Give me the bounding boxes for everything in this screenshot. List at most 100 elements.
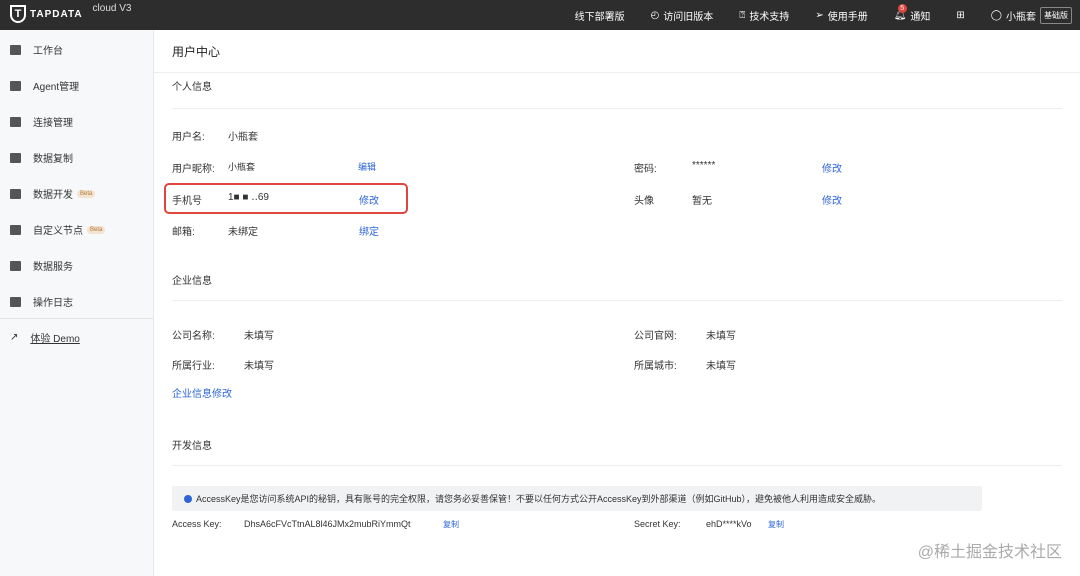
sidebar-demo-link[interactable]: ↗ 体验 Demo: [10, 330, 80, 345]
support-link[interactable]: ⍰ 技术支持: [739, 8, 789, 23]
modify-password-link[interactable]: 修改: [822, 160, 842, 175]
label: 通知: [910, 11, 931, 23]
edit-company-link[interactable]: 企业信息修改: [172, 385, 232, 400]
paper-plane-icon: ➢: [815, 9, 824, 21]
beta-badge: Beta: [87, 225, 106, 234]
help-icon: ⍰: [739, 9, 746, 21]
city-label: 所属城市:: [634, 361, 677, 372]
nickname-label: 用户昵称:: [172, 164, 215, 175]
sidebar-item-agent[interactable]: Agent管理: [10, 78, 79, 93]
email-value: 未绑定: [228, 227, 258, 238]
tapdata-logo-icon: T: [10, 5, 26, 23]
phone-label: 手机号: [172, 196, 202, 207]
company-site-value: 未填写: [706, 331, 736, 342]
copy-access-key-button[interactable]: 复制: [443, 519, 459, 530]
personal-info-heading: 个人信息: [172, 82, 212, 93]
security-alert: AccessKey是您访问系统API的秘钥，具有账号的完全权限，请您务必妥善保管…: [172, 486, 982, 511]
label: 工作台: [33, 46, 63, 57]
label: Agent管理: [33, 82, 80, 93]
phone-value: 1■ ■ ‥69: [228, 192, 269, 203]
sidebar-item-workbench[interactable]: 工作台: [10, 42, 63, 57]
copy-icon: [10, 152, 21, 163]
language-icon[interactable]: ⊞: [956, 10, 964, 21]
label: 数据服务: [33, 262, 73, 273]
plan-badge: 基础版: [1040, 6, 1072, 24]
custom-node-icon: [10, 224, 21, 235]
beta-badge: Beta: [77, 189, 96, 198]
dev-info-heading: 开发信息: [172, 441, 212, 452]
external-link-icon: ↗: [10, 332, 19, 343]
label: 访问旧版本: [663, 11, 714, 23]
password-value: ******: [692, 160, 716, 171]
brand: TAPDATA: [30, 8, 83, 20]
notification-button[interactable]: 🔔︎ 5 通知: [893, 3, 931, 23]
alert-text: AccessKey是您访问系统API的秘钥，具有账号的完全权限，请您务必妥善保管…: [196, 494, 882, 504]
label: 数据复制: [33, 154, 73, 165]
offline-deploy-link[interactable]: 线下部署版: [575, 8, 625, 23]
email-label: 邮箱:: [172, 227, 195, 238]
watermark: @稀土掘金技术社区: [917, 544, 1062, 561]
industry-label: 所属行业:: [172, 361, 215, 372]
sidebar: 工作台 Agent管理 连接管理 数据复制 数据开发 Beta 自定义节点 Beta…: [0, 30, 154, 576]
city-value: 未填写: [706, 361, 736, 372]
user-icon: ◯: [990, 9, 1002, 21]
sidebar-item-data-service[interactable]: 数据服务: [10, 258, 73, 273]
sidebar-item-logs[interactable]: 操作日志: [10, 294, 73, 309]
old-version-link[interactable]: ◴ 访问旧版本: [651, 8, 714, 23]
chart-icon: [10, 260, 21, 271]
company-name-value: 未填写: [244, 331, 274, 342]
manual-link[interactable]: ➢ 使用手册: [815, 8, 867, 23]
info-icon: [184, 494, 192, 503]
label: 技术支持: [749, 11, 790, 23]
dashboard-icon: [10, 44, 21, 55]
logo[interactable]: T TAPDATA cloud V3: [10, 2, 132, 23]
nickname-value: 小瓶套: [228, 162, 256, 172]
label: 使用手册: [827, 11, 868, 23]
user-menu[interactable]: ◯ 小瓶套 基础版: [990, 6, 1072, 24]
label: 自定义节点: [33, 226, 83, 237]
divider: [172, 465, 1062, 466]
access-key-value: DhsA6cFVcTtnAL8l46JMx2mubRiYmmQt: [244, 519, 411, 529]
avatar-label: 头像: [634, 196, 654, 207]
sidebar-item-connections[interactable]: 连接管理: [10, 114, 73, 129]
page-title: 用户中心: [172, 45, 221, 59]
sidebar-item-development[interactable]: 数据开发 Beta: [10, 186, 96, 201]
version: cloud V3: [92, 2, 132, 14]
secret-key-label: Secret Key:: [634, 519, 681, 529]
label: 体验 Demo: [30, 334, 80, 345]
copy-secret-key-button[interactable]: 复制: [768, 519, 784, 530]
notice-count: 5: [897, 3, 907, 13]
main-content: 用户中心 个人信息 用户名: 小瓶套 用户昵称: 小瓶套 编辑 手机号 1■ ■…: [154, 30, 1080, 576]
nodes-icon: [10, 188, 21, 199]
refresh-icon: ◴: [650, 9, 660, 21]
label: 操作日志: [33, 298, 73, 309]
bind-email-link[interactable]: 绑定: [359, 223, 379, 238]
log-icon: [10, 296, 21, 307]
divider: [172, 108, 1062, 109]
company-info-heading: 企业信息: [172, 276, 212, 287]
edit-nickname-link[interactable]: 编辑: [358, 160, 376, 173]
bell-icon: 🔔︎ 5: [893, 3, 907, 21]
username: 小瓶套: [1006, 11, 1036, 23]
modify-phone-link[interactable]: 修改: [359, 192, 379, 207]
secret-key-value: ehD****kVo: [706, 519, 752, 529]
top-bar: T TAPDATA cloud V3 线下部署版 ◴ 访问旧版本 ⍰ 技术支持 ➢ 使…: [0, 0, 1080, 30]
label: 连接管理: [33, 118, 73, 129]
access-key-label: Access Key:: [172, 519, 222, 529]
company-name-label: 公司名称:: [172, 331, 215, 342]
divider: [0, 318, 154, 319]
avatar-value: 暂无: [692, 196, 712, 207]
list-icon: [10, 80, 21, 91]
sidebar-item-replication[interactable]: 数据复制: [10, 150, 73, 165]
username-value: 小瓶套: [228, 132, 258, 143]
username-label: 用户名:: [172, 132, 205, 143]
industry-value: 未填写: [244, 361, 274, 372]
label: 数据开发: [33, 190, 73, 201]
company-site-label: 公司官网:: [634, 331, 677, 342]
modify-avatar-link[interactable]: 修改: [822, 192, 842, 207]
sidebar-item-custom-nodes[interactable]: 自定义节点 Beta: [10, 222, 106, 237]
divider: [154, 72, 1080, 73]
password-label: 密码:: [634, 164, 657, 175]
link-icon: [10, 116, 21, 127]
divider: [172, 300, 1062, 301]
